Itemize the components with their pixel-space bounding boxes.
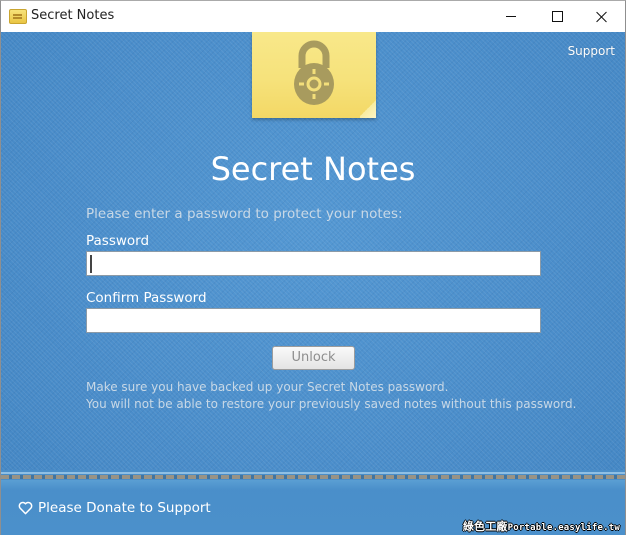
maximize-icon xyxy=(551,11,563,22)
confirm-password-label: Confirm Password xyxy=(86,290,207,306)
seam-stitching xyxy=(1,475,625,479)
title-bar[interactable]: Secret Notes xyxy=(1,1,625,32)
password-input[interactable] xyxy=(86,251,541,276)
watermark: 綠色工廠Portable.easylife.tw xyxy=(463,518,620,534)
note-page-curl xyxy=(360,98,376,118)
backup-warning-line-2: You will not be able to restore your pre… xyxy=(86,397,577,411)
donate-link[interactable]: Please Donate to Support xyxy=(18,500,211,516)
footer-seam: Please Donate to Support 綠色工廠Portable.ea… xyxy=(1,470,625,535)
maximize-button[interactable] xyxy=(534,1,580,32)
close-button[interactable] xyxy=(579,1,625,32)
backup-warning-line-1: Make sure you have backed up your Secret… xyxy=(86,380,449,394)
minimize-icon xyxy=(506,16,516,17)
padlock-icon xyxy=(294,40,334,105)
denim-background: Support Secret Notes Please enter a pass… xyxy=(1,32,625,535)
app-heading: Secret Notes xyxy=(210,150,416,188)
close-icon xyxy=(596,11,608,23)
watermark-cjk: 綠色工廠 xyxy=(462,520,508,533)
minimize-button[interactable] xyxy=(488,1,534,32)
seam-shadow xyxy=(1,480,625,490)
seam-highlight xyxy=(1,472,625,474)
password-prompt: Please enter a password to protect your … xyxy=(86,206,403,222)
window-title: Secret Notes xyxy=(31,8,115,23)
heart-icon xyxy=(18,501,33,515)
watermark-url: Portable.easylife.tw xyxy=(507,523,620,533)
donate-label: Please Donate to Support xyxy=(38,500,211,516)
text-caret xyxy=(90,255,92,273)
password-label: Password xyxy=(86,233,150,249)
app-notes-icon xyxy=(9,9,27,24)
unlock-button[interactable]: Unlock xyxy=(272,346,355,370)
sticky-note-logo xyxy=(252,32,376,118)
confirm-password-input[interactable] xyxy=(86,308,541,333)
support-link[interactable]: Support xyxy=(568,44,615,58)
app-window: Secret Notes Support Secret Notes Please… xyxy=(0,0,626,535)
